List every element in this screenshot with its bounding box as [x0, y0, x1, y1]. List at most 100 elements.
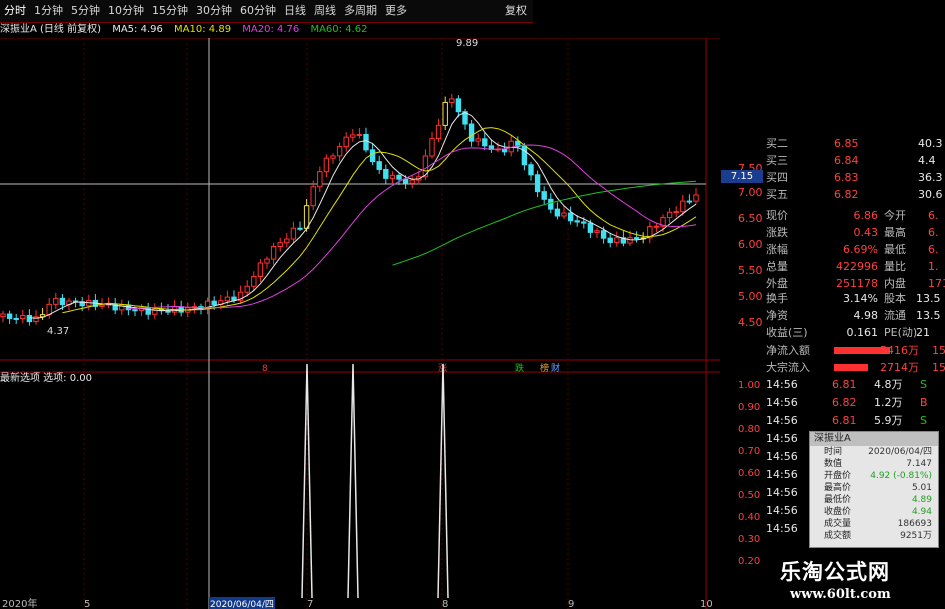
- popup-row: 时间 2020/06/04/四: [824, 447, 932, 457]
- watermark: 乐淘公式网 www.60lt.com: [770, 553, 945, 609]
- candle-body: [46, 303, 52, 316]
- date-10: 10: [700, 599, 713, 609]
- candle-body: [317, 171, 323, 188]
- candle-body: [356, 134, 363, 137]
- ma20-line: [128, 144, 697, 310]
- ma10-line: [62, 127, 697, 314]
- candle-body: [449, 98, 455, 103]
- stat-row: 涨幅 6.69% 最低 6.: [766, 243, 939, 256]
- candle-body: [680, 200, 686, 213]
- bid-row: 买五 6.82 30.6: [766, 188, 943, 201]
- sub-indicator-header[interactable]: 最新选项 选项: 0.00: [0, 372, 92, 386]
- candle-body: [244, 285, 250, 293]
- moving-averages: [29, 111, 697, 319]
- tab-10min[interactable]: 10分钟: [104, 0, 148, 22]
- event-mark-rank[interactable]: 榜: [540, 362, 549, 374]
- candle-body: [389, 174, 396, 179]
- popup-row: 成交额 9251万: [824, 531, 932, 541]
- fuquan-button[interactable]: 复权: [505, 0, 527, 22]
- stat-row: 涨跌 0.43 最高 6.: [766, 226, 939, 239]
- candle-body: [442, 101, 448, 126]
- event-mark-8[interactable]: 8: [262, 364, 268, 374]
- stat2-row: 换手 3.14% 股本 13.5: [766, 292, 941, 305]
- flow-row: 大宗流入 2714万 15: [766, 361, 945, 374]
- tab-weekly[interactable]: 周线: [310, 0, 340, 22]
- stat-row: 外盘251178内盘1718: [766, 277, 945, 290]
- candle-body: [270, 245, 277, 260]
- tab-multi-period[interactable]: 多周期: [340, 0, 381, 22]
- event-mark-finance[interactable]: 财: [551, 362, 560, 374]
- flow-row: 净流入额 5416万 15: [766, 344, 945, 357]
- candle-body: [99, 304, 105, 307]
- candle-body: [666, 211, 673, 218]
- ma20-label: MA20: 4.76: [242, 24, 300, 35]
- candle-body: [336, 146, 343, 157]
- kline-chart[interactable]: 9.89 4.37 8 涨 跌 榜 财 2020年 5 2020/06/04/四…: [0, 38, 720, 609]
- date-5: 5: [84, 599, 90, 609]
- candle-body: [59, 297, 66, 306]
- date-8: 8: [442, 599, 448, 609]
- candle-body: [455, 98, 462, 113]
- candle-body: [501, 148, 508, 153]
- ma-legend: 深振业A (日线 前复权) MA5: 4.96 MA10: 4.89 MA20:…: [0, 22, 375, 38]
- tab-5min[interactable]: 5分钟: [67, 0, 104, 22]
- candle-body: [6, 313, 13, 319]
- candle-body: [211, 300, 217, 306]
- indicator-spike: [437, 363, 449, 599]
- candle-body: [567, 212, 574, 222]
- tab-60min[interactable]: 60分钟: [236, 0, 280, 22]
- tab-more[interactable]: 更多: [381, 0, 411, 22]
- candle-body: [614, 237, 620, 243]
- candle-body: [26, 314, 33, 323]
- candle-body: [13, 317, 19, 320]
- candle-body: [53, 297, 59, 305]
- date-left: 2020年: [2, 597, 37, 609]
- popup-row: 数值 7.147: [824, 459, 932, 469]
- candle-body: [323, 157, 330, 173]
- candle-body: [554, 208, 561, 217]
- stat-row: 总量 422996 量比 1.: [766, 260, 939, 273]
- bar-info-popup[interactable]: 深振业A 时间 2020/06/04/四 数值 7.147 开盘价 4.92 (-0.81…: [809, 431, 939, 548]
- indicator-spike: [347, 363, 359, 599]
- tab-1min[interactable]: 1分钟: [30, 0, 67, 22]
- candle-body: [363, 134, 369, 151]
- candle-body: [541, 191, 547, 200]
- candle-body: [343, 136, 349, 148]
- tick-row: 14:56 6.81 5.9万 S: [766, 414, 927, 427]
- popup-row: 最低价 4.89: [824, 495, 932, 505]
- candle-body: [435, 124, 442, 140]
- stat2-row: 收益(三) 0.161 PE(动) 21: [766, 326, 930, 339]
- candle-body: [284, 238, 290, 244]
- date-9: 9: [568, 599, 574, 609]
- date-grid: [83, 38, 569, 609]
- stat-row: 现价 6.86 今开 6.: [766, 209, 939, 222]
- indicator-spikes: [301, 363, 449, 599]
- popup-row: 开盘价 4.92 (-0.81%): [824, 471, 932, 481]
- tab-fenshi[interactable]: 分时: [0, 0, 30, 22]
- candle-body: [297, 227, 303, 230]
- ma5-label: MA5: 4.96: [112, 24, 163, 35]
- event-mark-fall[interactable]: 跌: [515, 363, 524, 374]
- tab-15min[interactable]: 15分钟: [148, 0, 192, 22]
- candle-body: [653, 225, 660, 228]
- candle-body: [376, 161, 382, 170]
- candle-body: [402, 178, 409, 184]
- candle-body: [548, 198, 554, 210]
- candle-body: [20, 314, 26, 320]
- tab-daily[interactable]: 日线: [280, 0, 310, 22]
- candle-body: [251, 276, 257, 287]
- candle-body: [330, 155, 336, 159]
- candle-body: [521, 145, 528, 166]
- candle-body: [145, 307, 151, 315]
- bid-row: 买三 6.84 4.4: [766, 154, 936, 167]
- candle-body: [693, 194, 699, 202]
- candle-body: [290, 227, 297, 240]
- candle-body: [600, 230, 607, 239]
- candle-body: [396, 174, 402, 180]
- tab-30min[interactable]: 30分钟: [192, 0, 236, 22]
- candle-body: [673, 211, 679, 214]
- candle-body: [409, 179, 415, 184]
- bid-row: 买二 6.85 40.3: [766, 137, 943, 150]
- popup-row: 收盘价 4.94: [824, 507, 932, 517]
- candle-body: [587, 222, 594, 233]
